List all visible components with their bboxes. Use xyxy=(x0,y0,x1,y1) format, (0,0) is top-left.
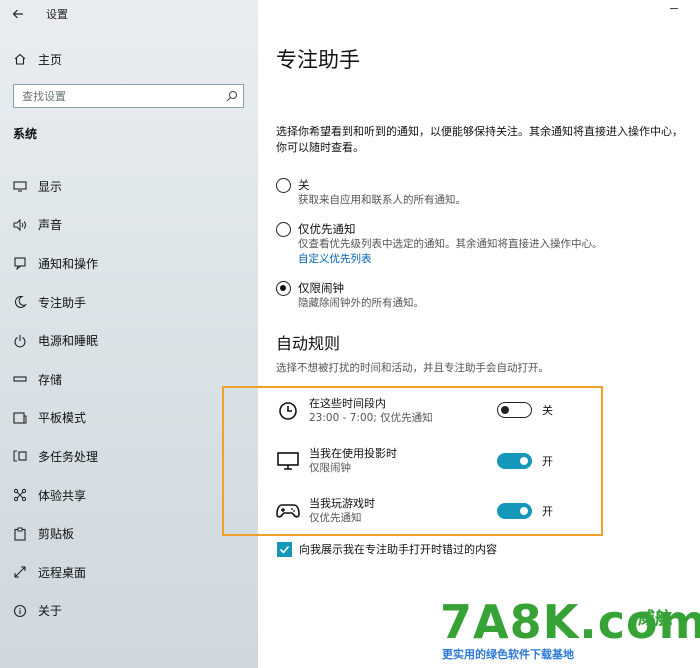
sidebar-item-storage[interactable]: 存储 xyxy=(0,360,258,399)
auto-rules-description: 选择不想被打扰的时间和活动，并且专注助手会自动打开。 xyxy=(276,362,549,374)
arrow-left-icon xyxy=(12,9,23,19)
display-icon xyxy=(276,449,300,473)
rule-title: 当我在使用投影时 xyxy=(309,447,397,460)
rule-subtitle: 仅限闹钟 xyxy=(309,462,351,474)
multitask-icon xyxy=(13,449,27,463)
checkmark-icon xyxy=(279,545,290,554)
clipboard-icon xyxy=(13,527,27,541)
sidebar-item-tablet-mode[interactable]: 平板模式 xyxy=(0,399,258,438)
clock-icon xyxy=(276,399,300,423)
watermark-side: 威航 xyxy=(638,609,672,629)
option-description: 仅查看优先级列表中选定的通知。其余通知将直接进入操作中心。 xyxy=(298,238,603,250)
rule-subtitle: 仅优先通知 xyxy=(309,512,362,524)
section-title: 系统 xyxy=(13,127,38,141)
sidebar-item-label: 体验共享 xyxy=(38,488,87,503)
watermark: 7A8K.com 威航 更实用的绿色软件下载基地 xyxy=(440,598,700,666)
option-label: 仅限闹钟 xyxy=(298,281,344,295)
search-input[interactable] xyxy=(14,89,221,103)
toggle-state: 关 xyxy=(542,404,553,417)
toggle-switch-off[interactable] xyxy=(497,402,532,418)
sidebar-item-remote-desktop[interactable]: 远程桌面 xyxy=(0,553,258,592)
storage-icon xyxy=(13,372,27,386)
option-label: 关 xyxy=(298,178,310,192)
sidebar-item-notifications[interactable]: 通知和操作 xyxy=(0,244,258,283)
toggle-switch-on[interactable] xyxy=(497,453,532,469)
moon-icon xyxy=(13,295,27,309)
sidebar-item-label: 主页 xyxy=(38,52,63,67)
gamepad-icon xyxy=(276,499,300,523)
rule-time-period-toggle-wrap: 关 xyxy=(497,402,553,418)
sidebar-item-label: 专注助手 xyxy=(38,295,87,310)
search-icon[interactable] xyxy=(221,90,243,102)
remote-icon xyxy=(13,565,27,579)
sidebar-item-label: 存储 xyxy=(38,372,63,387)
toggle-switch-on[interactable] xyxy=(497,503,532,519)
sidebar-item-label: 声音 xyxy=(38,218,63,233)
rule-subtitle: 23:00 - 7:00; 仅优先通知 xyxy=(309,412,433,424)
page-description: 选择你希望看到和听到的通知，以便能够保持关注。其余通知将直接进入操作中心，你可以… xyxy=(276,125,683,154)
toggle-state: 开 xyxy=(542,455,553,468)
rule-title: 当我玩游戏时 xyxy=(309,497,375,510)
rule-projecting-toggle-wrap: 开 xyxy=(497,453,553,469)
sidebar-item-focus-assist[interactable]: 专注助手 xyxy=(0,283,258,322)
option-label: 仅优先通知 xyxy=(298,222,356,236)
option-priority-only[interactable]: 仅优先通知 仅查看优先级列表中选定的通知。其余通知将直接进入操作中心。 自定义优… xyxy=(276,221,686,267)
sidebar-item-about[interactable]: 关于 xyxy=(0,592,258,631)
sidebar-item-label: 电源和睡眠 xyxy=(38,334,99,349)
sidebar-item-power[interactable]: 电源和睡眠 xyxy=(0,321,258,360)
sidebar-item-shared-experiences[interactable]: 体验共享 xyxy=(0,476,258,515)
sidebar-item-multitasking[interactable]: 多任务处理 xyxy=(0,437,258,476)
option-alarms-only[interactable]: 仅限闹钟 隐藏除闹钟外的所有通知。 xyxy=(276,280,686,311)
auto-rules-title: 自动规则 xyxy=(276,334,341,353)
title-bar: 设置 xyxy=(0,0,258,28)
sidebar-item-label: 多任务处理 xyxy=(38,449,99,464)
speaker-icon xyxy=(13,218,27,232)
checkbox-label: 向我展示我在专注助手打开时错过的内容 xyxy=(299,543,497,556)
sidebar-item-sound[interactable]: 声音 xyxy=(0,206,258,245)
option-off[interactable]: 关 获取来自应用和联系人的所有通知。 xyxy=(276,177,686,208)
back-button[interactable] xyxy=(0,0,36,28)
option-description: 获取来自应用和联系人的所有通知。 xyxy=(298,194,466,206)
sidebar-item-label: 平板模式 xyxy=(38,411,87,426)
info-icon xyxy=(13,604,27,618)
sidebar-item-label: 远程桌面 xyxy=(38,565,87,580)
focus-mode-options: 关 获取来自应用和联系人的所有通知。 仅优先通知 仅查看优先级列表中选定的通知。… xyxy=(276,177,686,324)
sidebar-item-label: 通知和操作 xyxy=(38,256,99,271)
notification-icon xyxy=(13,256,27,271)
sidebar-item-label: 剪贴板 xyxy=(38,527,75,542)
sidebar-item-home[interactable]: 主页 xyxy=(0,46,258,72)
radio-button[interactable] xyxy=(276,222,291,237)
toggle-state: 开 xyxy=(542,505,553,518)
customize-priority-link[interactable]: 自定义优先列表 xyxy=(298,252,603,267)
radio-button-checked[interactable] xyxy=(276,281,291,296)
rule-title: 在这些时间段内 xyxy=(309,397,386,410)
radio-button[interactable] xyxy=(276,178,291,193)
window-title: 设置 xyxy=(46,8,68,21)
minimize-button[interactable] xyxy=(670,8,678,9)
option-description: 隐藏除闹钟外的所有通知。 xyxy=(298,297,424,309)
sidebar-item-label: 关于 xyxy=(38,604,63,619)
rule-gaming-toggle-wrap: 开 xyxy=(497,503,553,519)
main-content: 专注助手 选择你希望看到和听到的通知，以便能够保持关注。其余通知将直接进入操作中… xyxy=(258,0,700,668)
tablet-icon xyxy=(13,411,27,425)
monitor-icon xyxy=(13,179,27,193)
home-icon xyxy=(13,52,27,66)
page-title: 专注助手 xyxy=(276,48,360,72)
watermark-tagline: 更实用的绿色软件下载基地 xyxy=(442,648,574,661)
sidebar-item-display[interactable]: 显示 xyxy=(0,167,258,206)
sidebar-item-label: 显示 xyxy=(38,179,63,194)
sidebar: 设置 主页 系统 显示 声音 通知和操作 专注助手 xyxy=(0,0,258,668)
power-icon xyxy=(13,334,27,348)
search-box[interactable] xyxy=(13,84,244,108)
checkbox-checked[interactable] xyxy=(277,541,292,557)
sidebar-item-clipboard[interactable]: 剪贴板 xyxy=(0,514,258,553)
show-missed-checkbox-row[interactable]: 向我展示我在专注助手打开时错过的内容 xyxy=(277,541,497,557)
share-icon xyxy=(13,488,27,502)
sidebar-nav: 显示 声音 通知和操作 专注助手 电源和睡眠 存储 平板模式 多任务处理 体验共… xyxy=(0,167,258,630)
